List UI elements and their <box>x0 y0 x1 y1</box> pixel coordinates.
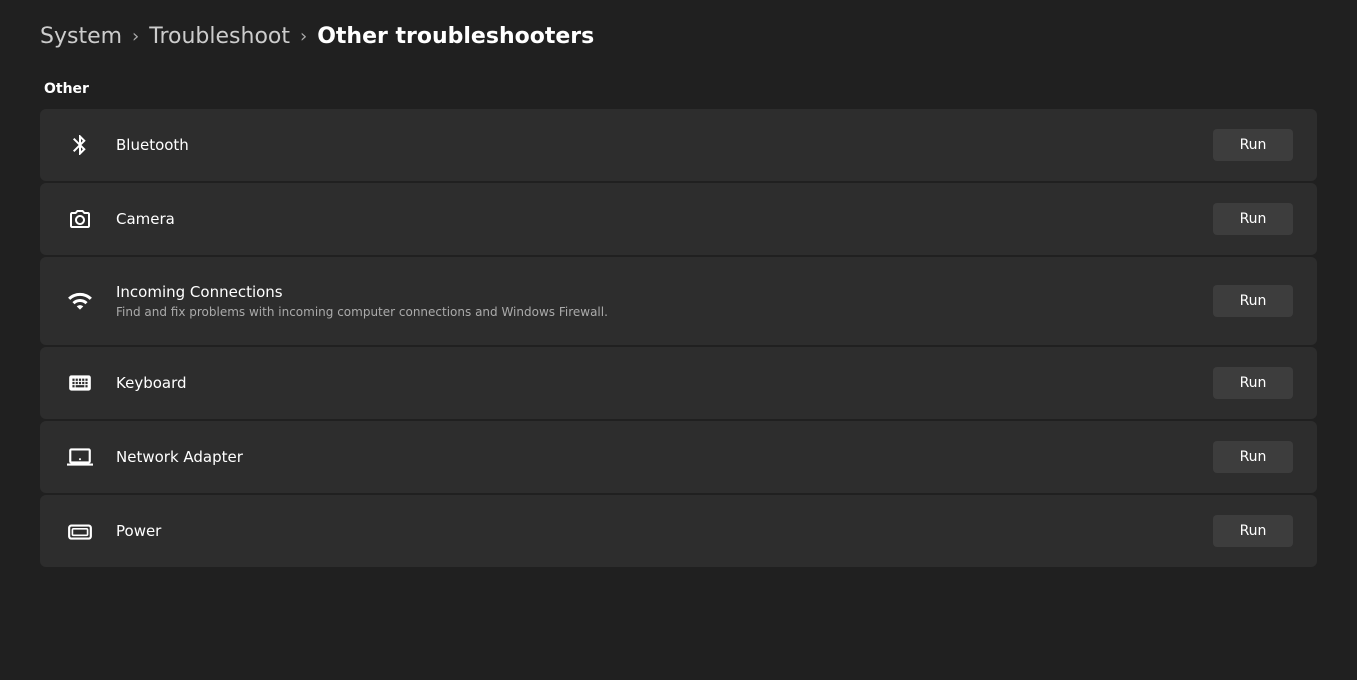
network-adapter-title: Network Adapter <box>116 448 243 466</box>
keyboard-left: Keyboard <box>64 367 187 399</box>
breadcrumb-sep-1: › <box>132 26 139 47</box>
bluetooth-text: Bluetooth <box>116 136 189 154</box>
troubleshooter-keyboard: Keyboard Run <box>40 347 1317 419</box>
keyboard-icon <box>64 367 96 399</box>
breadcrumb-current: Other troubleshooters <box>317 24 594 49</box>
breadcrumb-sep-2: › <box>300 26 307 47</box>
troubleshooter-list: Bluetooth Run Camera Run <box>40 109 1317 567</box>
troubleshooter-camera: Camera Run <box>40 183 1317 255</box>
camera-run-button[interactable]: Run <box>1213 203 1293 235</box>
bluetooth-icon <box>64 129 96 161</box>
camera-text: Camera <box>116 210 175 228</box>
power-left: Power <box>64 515 161 547</box>
incoming-connections-title: Incoming Connections <box>116 283 608 301</box>
troubleshooter-network-adapter: Network Adapter Run <box>40 421 1317 493</box>
bluetooth-run-button[interactable]: Run <box>1213 129 1293 161</box>
section-label: Other <box>40 81 1317 97</box>
network-adapter-text: Network Adapter <box>116 448 243 466</box>
camera-title: Camera <box>116 210 175 228</box>
troubleshooter-incoming-connections: Incoming Connections Find and fix proble… <box>40 257 1317 345</box>
power-text: Power <box>116 522 161 540</box>
bluetooth-left: Bluetooth <box>64 129 189 161</box>
keyboard-run-button[interactable]: Run <box>1213 367 1293 399</box>
breadcrumb-system[interactable]: System <box>40 24 122 49</box>
troubleshooter-bluetooth: Bluetooth Run <box>40 109 1317 181</box>
network-adapter-left: Network Adapter <box>64 441 243 473</box>
incoming-connections-run-button[interactable]: Run <box>1213 285 1293 317</box>
incoming-connections-left: Incoming Connections Find and fix proble… <box>64 283 608 319</box>
power-icon <box>64 515 96 547</box>
bluetooth-title: Bluetooth <box>116 136 189 154</box>
camera-left: Camera <box>64 203 175 235</box>
keyboard-text: Keyboard <box>116 374 187 392</box>
network-adapter-icon <box>64 441 96 473</box>
power-run-button[interactable]: Run <box>1213 515 1293 547</box>
incoming-connections-text: Incoming Connections Find and fix proble… <box>116 283 608 319</box>
troubleshooter-power: Power Run <box>40 495 1317 567</box>
camera-icon <box>64 203 96 235</box>
network-adapter-run-button[interactable]: Run <box>1213 441 1293 473</box>
incoming-connections-subtitle: Find and fix problems with incoming comp… <box>116 305 608 319</box>
breadcrumb-troubleshoot[interactable]: Troubleshoot <box>149 24 290 49</box>
breadcrumb: System › Troubleshoot › Other troublesho… <box>40 24 1317 49</box>
keyboard-title: Keyboard <box>116 374 187 392</box>
power-title: Power <box>116 522 161 540</box>
incoming-connections-icon <box>64 285 96 317</box>
